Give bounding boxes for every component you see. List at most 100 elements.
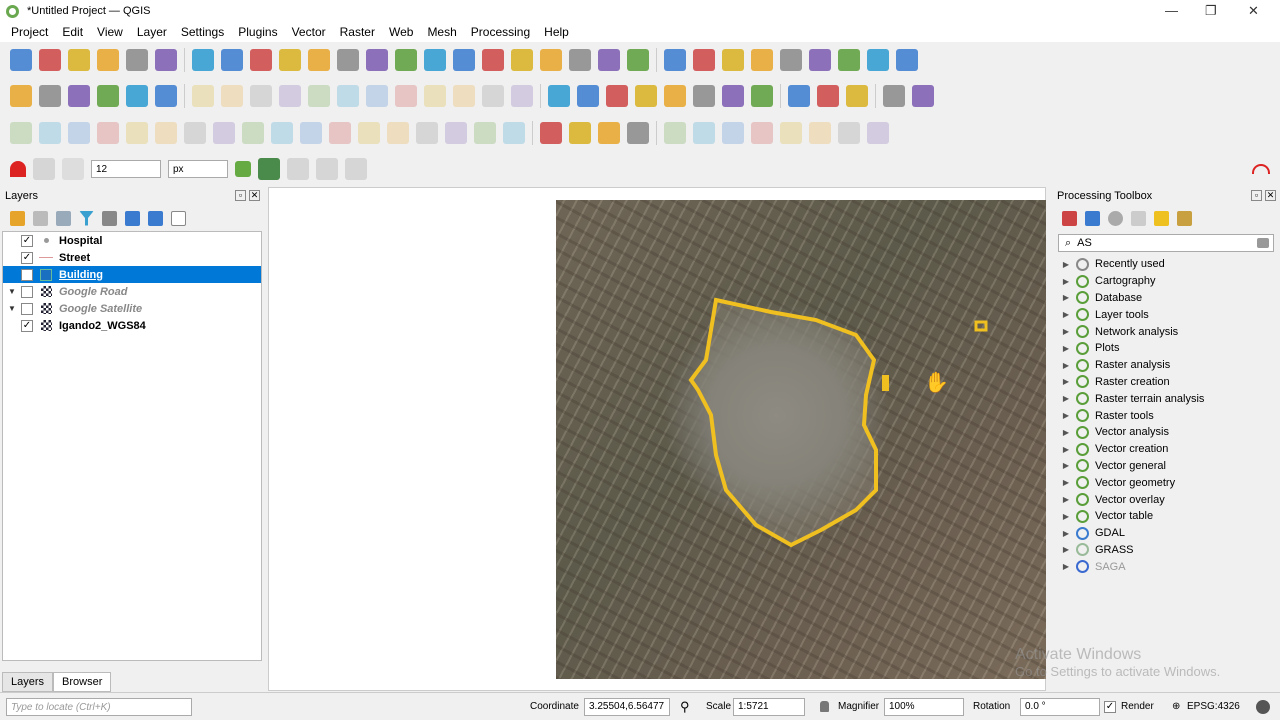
pan-icon[interactable]: [192, 49, 214, 71]
close-button[interactable]: ✕: [1248, 3, 1259, 19]
adv-5-icon[interactable]: [780, 122, 802, 144]
menu-plugins[interactable]: Plugins: [231, 25, 284, 39]
expand-icon[interactable]: ▶: [1052, 327, 1072, 336]
new-3d-view-icon[interactable]: [511, 49, 533, 71]
style-icon[interactable]: [10, 210, 25, 226]
add-vector-layer-icon[interactable]: [10, 85, 32, 107]
adv-6-icon[interactable]: [809, 122, 831, 144]
digitize-7-icon[interactable]: [184, 122, 206, 144]
select-by-area-icon[interactable]: [540, 122, 562, 144]
processing-item[interactable]: ▶ GDAL: [1052, 525, 1280, 542]
label-props-icon[interactable]: [751, 85, 773, 107]
snap-option-icon[interactable]: [345, 158, 367, 180]
expand-icon[interactable]: ▶: [1052, 394, 1072, 403]
zoom-out-icon[interactable]: [279, 49, 301, 71]
digitize-9-icon[interactable]: [242, 122, 264, 144]
metasearch-icon[interactable]: [788, 85, 810, 107]
processing-item[interactable]: ▶ Vector analysis: [1052, 424, 1280, 441]
processing-item[interactable]: ▶ Raster tools: [1052, 407, 1280, 424]
layer-google-satellite[interactable]: ▼ Google Satellite: [3, 300, 261, 317]
vertex-tool-icon[interactable]: [337, 85, 359, 107]
snap-unit-select[interactable]: px: [168, 160, 228, 178]
layer-checkbox[interactable]: ✓: [21, 268, 33, 281]
processing-item[interactable]: ▶ GRASS: [1052, 542, 1280, 559]
layer-building[interactable]: ✓ Building: [3, 266, 261, 283]
digitize-8-icon[interactable]: [213, 122, 235, 144]
zoom-in-icon[interactable]: [250, 49, 272, 71]
add-spatialite-icon[interactable]: [97, 85, 119, 107]
adv-2-icon[interactable]: [693, 122, 715, 144]
expression-filter-icon[interactable]: [102, 210, 117, 226]
layer-google-road[interactable]: ▼ Google Road: [3, 283, 261, 300]
zoom-layer-icon[interactable]: [366, 49, 388, 71]
current-edits-icon[interactable]: [192, 85, 214, 107]
map-canvas[interactable]: ✋: [268, 187, 1046, 691]
menu-raster[interactable]: Raster: [333, 25, 382, 39]
map-tips-icon[interactable]: [867, 49, 889, 71]
expand-icon[interactable]: ▶: [1052, 461, 1072, 470]
add-virtual-icon[interactable]: [126, 85, 148, 107]
digitize-12-icon[interactable]: [329, 122, 351, 144]
select-features-icon[interactable]: [751, 49, 773, 71]
processing-item[interactable]: ▶ Vector general: [1052, 458, 1280, 475]
add-delimited-text-icon[interactable]: [68, 85, 90, 107]
show-hide-labels-icon[interactable]: [635, 85, 657, 107]
zoom-selection-icon[interactable]: [337, 49, 359, 71]
paste-icon[interactable]: [453, 85, 475, 107]
expand-icon[interactable]: ▶: [1052, 260, 1072, 269]
intersection-icon[interactable]: [316, 158, 338, 180]
identify-icon[interactable]: [664, 49, 686, 71]
expand-icon[interactable]: ▶: [1052, 361, 1072, 370]
python-scripts-icon[interactable]: [1085, 210, 1100, 226]
digitize-14-icon[interactable]: [387, 122, 409, 144]
diagram-icon[interactable]: [577, 85, 599, 107]
statistics-icon[interactable]: [780, 49, 802, 71]
expand-icon[interactable]: ▶: [1052, 377, 1072, 386]
snap-tolerance-input[interactable]: 12: [91, 160, 161, 178]
options-icon[interactable]: [1177, 210, 1192, 226]
processing-item[interactable]: ▶ Plots: [1052, 340, 1280, 357]
new-project-icon[interactable]: [10, 49, 32, 71]
building-polygon[interactable]: [688, 297, 878, 548]
restore-button[interactable]: ❐: [1205, 3, 1217, 19]
layer-checkbox[interactable]: [21, 302, 33, 315]
results-viewer-icon[interactable]: [1131, 210, 1146, 226]
processing-item[interactable]: ▶ Recently used: [1052, 256, 1280, 273]
processing-item[interactable]: ▶ SAGA: [1052, 558, 1280, 575]
delete-icon[interactable]: [366, 85, 388, 107]
minimize-button[interactable]: —: [1165, 3, 1178, 18]
zoom-native-icon[interactable]: [395, 49, 417, 71]
processing-item[interactable]: ▶ Vector overlay: [1052, 491, 1280, 508]
clear-search-icon[interactable]: [1257, 238, 1269, 248]
rotation-input[interactable]: 0.0 °: [1020, 697, 1100, 716]
wms-icon[interactable]: [817, 85, 839, 107]
float-icon[interactable]: ▫: [235, 190, 246, 201]
topology-icon[interactable]: [258, 158, 280, 180]
processing-search-input[interactable]: ⌕ AS: [1058, 234, 1274, 252]
visibility-icon[interactable]: [56, 210, 71, 226]
models-icon[interactable]: [1062, 210, 1077, 226]
save-edits-icon[interactable]: [250, 85, 272, 107]
processing-item[interactable]: ▶ Raster creation: [1052, 374, 1280, 391]
digitize-16-icon[interactable]: [445, 122, 467, 144]
cut-icon[interactable]: [395, 85, 417, 107]
layer-igando2[interactable]: ✓ Igando2_WGS84: [3, 317, 261, 334]
measure-icon[interactable]: [809, 49, 831, 71]
annotation-icon[interactable]: [838, 49, 860, 71]
digitize-10-icon[interactable]: [271, 122, 293, 144]
expand-icon[interactable]: ▶: [1052, 293, 1072, 302]
new-geopackage-icon[interactable]: [155, 85, 177, 107]
digitize-3-icon[interactable]: [68, 122, 90, 144]
expand-icon[interactable]: ▶: [1052, 478, 1072, 487]
layer-street[interactable]: ✓ Street: [3, 249, 261, 266]
adv-7-icon[interactable]: [838, 122, 860, 144]
deselect-icon[interactable]: [598, 122, 620, 144]
magnet-icon[interactable]: [10, 161, 26, 177]
edit-features-icon[interactable]: [1154, 210, 1169, 226]
zoom-full-icon[interactable]: [308, 49, 330, 71]
menu-layer[interactable]: Layer: [130, 25, 174, 39]
processing-item[interactable]: ▶ Vector geometry: [1052, 474, 1280, 491]
tab-browser[interactable]: Browser: [53, 672, 112, 692]
menu-settings[interactable]: Settings: [174, 25, 231, 39]
digitize-4-icon[interactable]: [97, 122, 119, 144]
